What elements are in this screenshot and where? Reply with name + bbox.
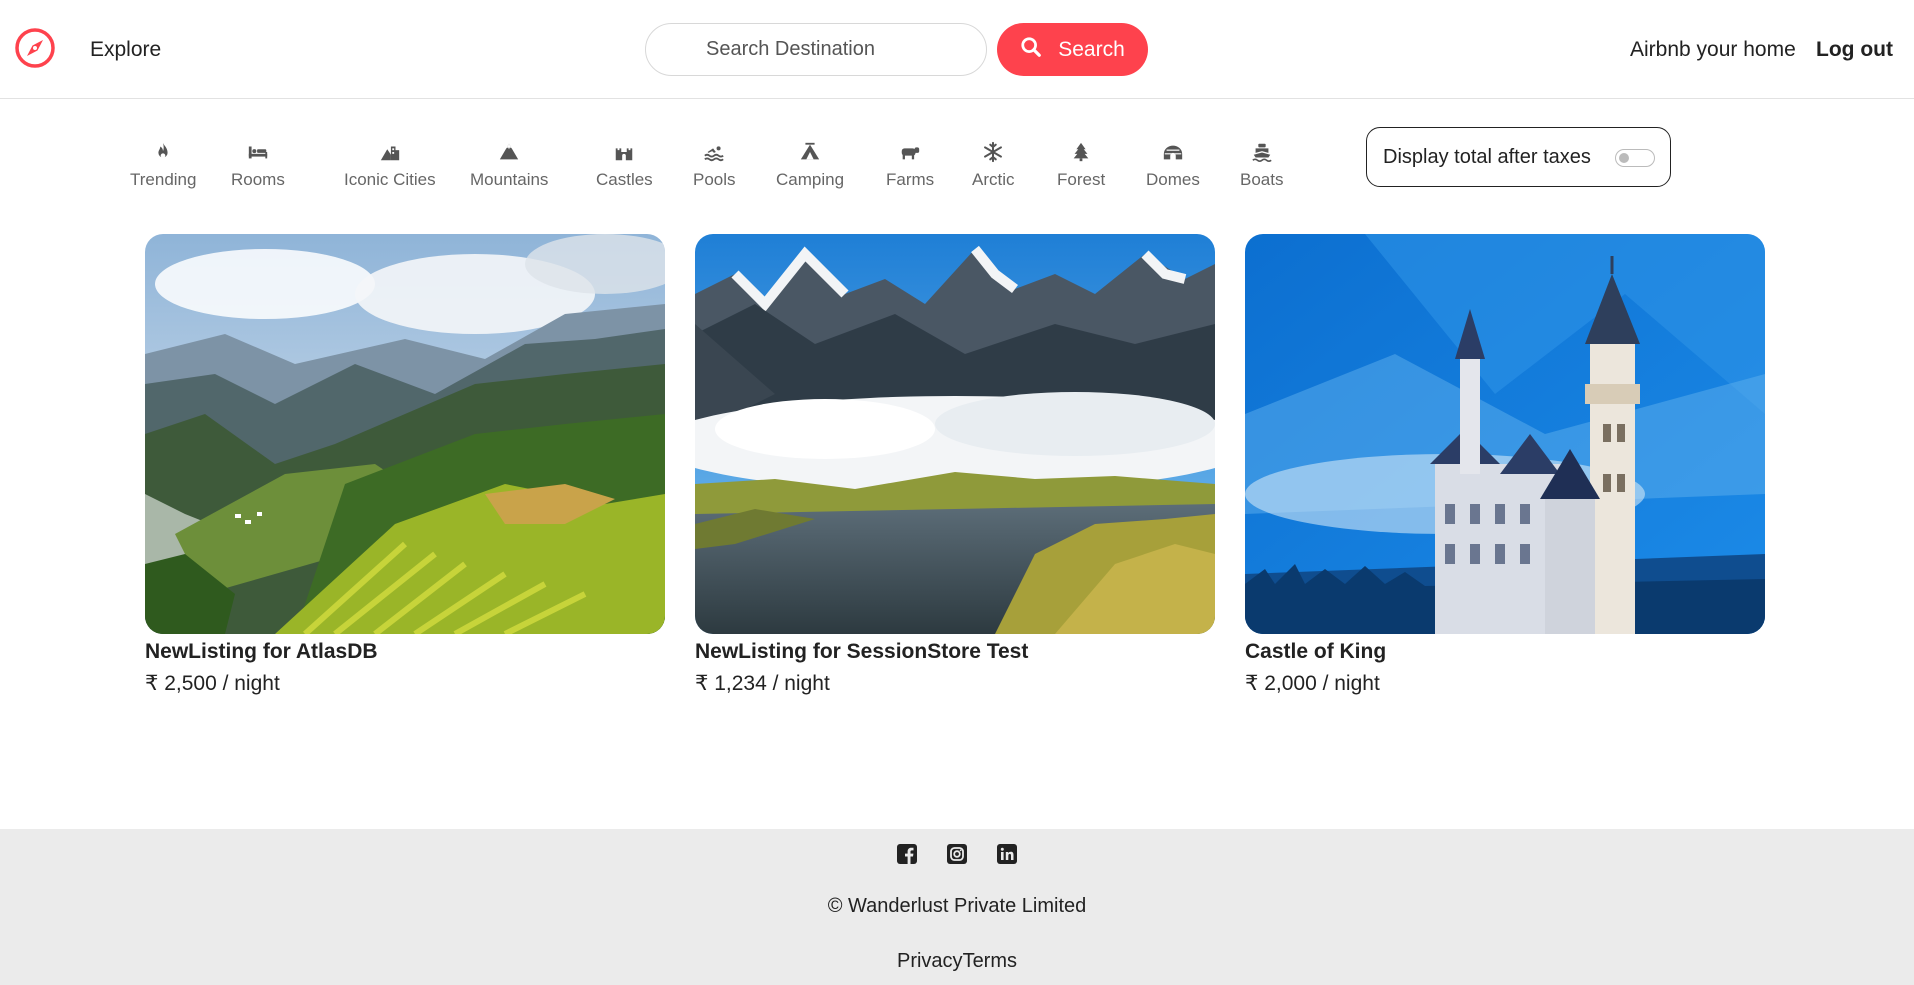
filter-boats[interactable]: Boats [1240, 140, 1283, 190]
bed-icon [246, 140, 270, 164]
listing-price: ₹ 2,000 / night [1245, 672, 1380, 695]
filter-label: Trending [130, 170, 197, 189]
switch-knob [1619, 153, 1629, 163]
filter-forest[interactable]: Forest [1057, 140, 1105, 190]
instagram-icon[interactable] [946, 843, 968, 865]
filter-mountains[interactable]: Mountains [470, 140, 548, 190]
filter-castles[interactable]: Castles [596, 140, 653, 190]
filter-label: Rooms [231, 170, 285, 189]
mountain-city-icon [378, 140, 402, 164]
filter-iconic-cities[interactable]: Iconic Cities [344, 140, 436, 190]
filter-label: Arctic [972, 170, 1015, 189]
filter-label: Castles [596, 170, 653, 189]
listing-image [1245, 234, 1765, 634]
airbnb-your-home-link[interactable]: Airbnb your home [1630, 38, 1796, 62]
fire-icon [151, 140, 175, 164]
tax-toggle-box: Display total after taxes [1366, 127, 1671, 187]
privacy-link[interactable]: Privacy [897, 950, 963, 972]
listing-card[interactable]: NewListing for AtlasDB ₹ 2,500 / night [145, 234, 665, 696]
person-swimming-icon [702, 140, 726, 164]
filter-label: Farms [886, 170, 935, 189]
listing-title: NewListing for SessionStore Test [695, 640, 1029, 663]
tax-toggle-switch[interactable] [1615, 149, 1655, 167]
search-icon [1020, 36, 1042, 64]
listing-image [145, 234, 665, 634]
snowflake-icon [981, 140, 1005, 164]
fort-icon [612, 140, 636, 164]
listing-title: NewListing for AtlasDB [145, 640, 378, 663]
filter-label: Pools [693, 170, 736, 189]
listing-card[interactable]: NewListing for SessionStore Test ₹ 1,234… [695, 234, 1215, 696]
filter-camping[interactable]: Camping [776, 140, 844, 190]
logout-link[interactable]: Log out [1816, 38, 1893, 62]
explore-link[interactable]: Explore [90, 38, 161, 62]
listing-price: ₹ 1,234 / night [695, 672, 830, 695]
filter-label: Forest [1057, 170, 1106, 189]
footer: © Wanderlust Private Limited PrivacyTerm… [0, 829, 1914, 985]
tax-toggle-label: Display total after taxes [1383, 145, 1591, 168]
mountain-icon [497, 140, 521, 164]
filter-farms[interactable]: Farms [886, 140, 934, 190]
filter-label: Domes [1146, 170, 1200, 189]
terms-link[interactable]: Terms [963, 950, 1017, 972]
listing-price: ₹ 2,500 / night [145, 672, 280, 695]
filter-label: Iconic Cities [344, 170, 436, 189]
filter-label: Boats [1240, 170, 1284, 189]
ferry-icon [1250, 140, 1274, 164]
filter-label: Camping [776, 170, 845, 189]
search-input[interactable] [645, 23, 987, 76]
filter-domes[interactable]: Domes [1146, 140, 1200, 190]
filter-arctic[interactable]: Arctic [972, 140, 1015, 190]
filter-label: Mountains [470, 170, 549, 189]
navbar: Explore Search Airbnb your home Log out [0, 0, 1914, 99]
social-links [0, 843, 1914, 865]
campground-icon [798, 140, 822, 164]
listing-title: Castle of King [1245, 640, 1387, 663]
filter-trending[interactable]: Trending [130, 140, 196, 190]
filter-pools[interactable]: Pools [693, 140, 736, 190]
linkedin-icon[interactable] [996, 843, 1018, 865]
footer-links: PrivacyTerms [0, 950, 1914, 973]
cow-icon [898, 140, 922, 164]
search-button-label: Search [1058, 37, 1125, 61]
search-button[interactable]: Search [997, 23, 1148, 76]
igloo-icon [1161, 140, 1185, 164]
compass-icon[interactable] [14, 27, 56, 69]
facebook-icon[interactable] [896, 843, 918, 865]
listing-image [695, 234, 1215, 634]
filter-rooms[interactable]: Rooms [231, 140, 285, 190]
tree-icon [1069, 140, 1093, 164]
copyright-text: © Wanderlust Private Limited [827, 895, 1087, 917]
listing-card[interactable]: Castle of King ₹ 2,000 / night [1245, 234, 1765, 696]
